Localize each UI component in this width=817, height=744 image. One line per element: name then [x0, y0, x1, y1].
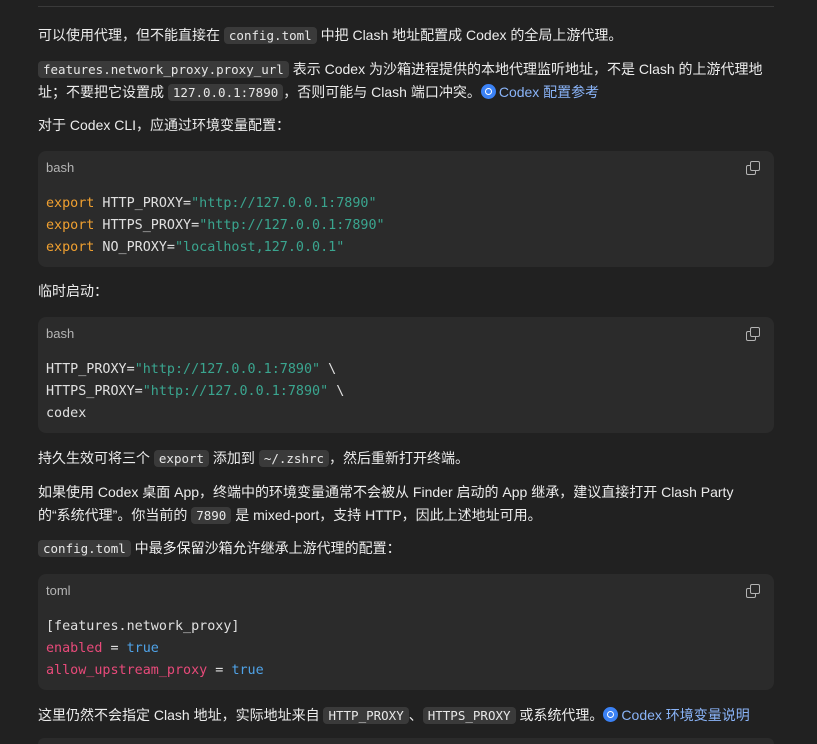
toml-key: allow_upstream_proxy [46, 663, 208, 678]
code-block-toml: toml [features.network_proxy] enabled = … [38, 574, 774, 690]
string: "http://127.0.0.1:7890" [134, 362, 321, 377]
text: 、 [408, 707, 423, 723]
inline-code: HTTP_PROXY [323, 707, 409, 724]
string: "http://127.0.0.1:7890" [142, 384, 329, 399]
inline-code: export [153, 450, 210, 467]
text: 或系统代理。 [515, 707, 604, 723]
paragraph-intro: 可以使用代理，但不能直接在 config.toml 中把 Clash 地址配置成… [38, 24, 778, 47]
paragraph-config-toml: config.toml 中最多保留沙箱允许继承上游代理的配置： [38, 537, 778, 560]
paragraph-temp-start: 临时启动： [38, 283, 108, 299]
code-text: = [102, 641, 127, 656]
code-content: [features.network_proxy] enabled = true … [46, 616, 264, 682]
code-text: HTTPS_PROXY= [94, 218, 200, 233]
string: "http://127.0.0.1:7890" [199, 218, 385, 233]
code-text: HTTP_PROXY= [94, 196, 192, 211]
text: ，否则可能与 Clash 端口冲突。 [283, 84, 481, 100]
code-text: [features.network_proxy] [46, 619, 240, 634]
copy-icon[interactable] [746, 161, 760, 175]
text: 是 mixed-port，支持 HTTP，因此上述地址可用。 [231, 507, 542, 523]
code-language-label: bash [46, 160, 75, 175]
codex-env-vars-link[interactable]: Codex 环境变量说明 [603, 707, 750, 723]
code-text: NO_PROXY= [94, 240, 175, 255]
openai-link-icon [480, 84, 496, 99]
paragraph-persist: 持久生效可将三个 export 添加到 ~/.zshrc ，然后重新打开终端。 [38, 447, 778, 470]
inline-code: config.toml [223, 27, 317, 44]
text: 这里仍然不会指定 Clash 地址，实际地址来自 [38, 707, 324, 723]
keyword: export [46, 218, 95, 233]
code-block-bash-env: bash export HTTP_PROXY="http://127.0.0.1… [38, 151, 774, 267]
paragraph-proxy-url: features.network_proxy.proxy_url 表示 Code… [38, 58, 776, 104]
inline-code: 7890 [191, 507, 232, 524]
toml-key: enabled [46, 641, 103, 656]
inline-code: HTTPS_PROXY [422, 707, 516, 724]
toml-value: true [126, 641, 159, 656]
code-text: codex [46, 406, 87, 421]
link-label: Codex 配置参考 [498, 84, 600, 100]
paragraph-env-source: 这里仍然不会指定 Clash 地址，实际地址来自 HTTP_PROXY、 HTTP… [38, 704, 778, 727]
code-text: HTTP_PROXY= [46, 362, 135, 377]
text: ，然后重新打开终端。 [329, 450, 470, 466]
text: 中把 Clash 地址配置成 Codex 的全局上游代理。 [316, 27, 623, 43]
text: 持久生效可将三个 [38, 450, 154, 466]
top-divider [38, 6, 774, 7]
copy-icon[interactable] [746, 584, 760, 598]
toml-value: true [231, 663, 264, 678]
copy-icon[interactable] [746, 327, 760, 341]
inline-code: features.network_proxy.proxy_url [38, 61, 289, 78]
code-text: HTTPS_PROXY= [46, 384, 143, 399]
text: 中最多保留沙箱允许继承上游代理的配置： [130, 540, 401, 556]
text: 添加到 [209, 450, 259, 466]
inline-code: 127.0.0.1:7890 [167, 84, 284, 101]
paragraph-cli: 对于 Codex CLI，应通过环境变量配置： [38, 117, 291, 133]
code-text: \ [320, 362, 337, 377]
string: "localhost,127.0.0.1" [175, 240, 345, 255]
codex-config-reference-link[interactable]: Codex 配置参考 [480, 84, 600, 100]
code-text: = [207, 663, 232, 678]
paragraph-desktop-app: 如果使用 Codex 桌面 App，终端中的环境变量通常不会被从 Finder … [38, 481, 764, 527]
code-language-label: bash [46, 326, 75, 341]
code-content: export HTTP_PROXY="http://127.0.0.1:7890… [46, 193, 385, 259]
code-language-label: toml [46, 583, 71, 598]
openai-link-icon [603, 707, 619, 722]
code-text: \ [328, 384, 345, 399]
text: 可以使用代理，但不能直接在 [38, 27, 224, 43]
code-content: HTTP_PROXY="http://127.0.0.1:7890" \ HTT… [46, 359, 344, 425]
string: "http://127.0.0.1:7890" [191, 196, 377, 211]
keyword: export [46, 196, 95, 211]
inline-code: config.toml [38, 540, 131, 557]
next-code-block-edge [38, 738, 774, 744]
code-block-bash-temp: bash HTTP_PROXY="http://127.0.0.1:7890" … [38, 317, 774, 433]
keyword: export [46, 240, 95, 255]
link-label: Codex 环境变量说明 [621, 707, 750, 723]
inline-code: ~/.zshrc [258, 450, 330, 467]
